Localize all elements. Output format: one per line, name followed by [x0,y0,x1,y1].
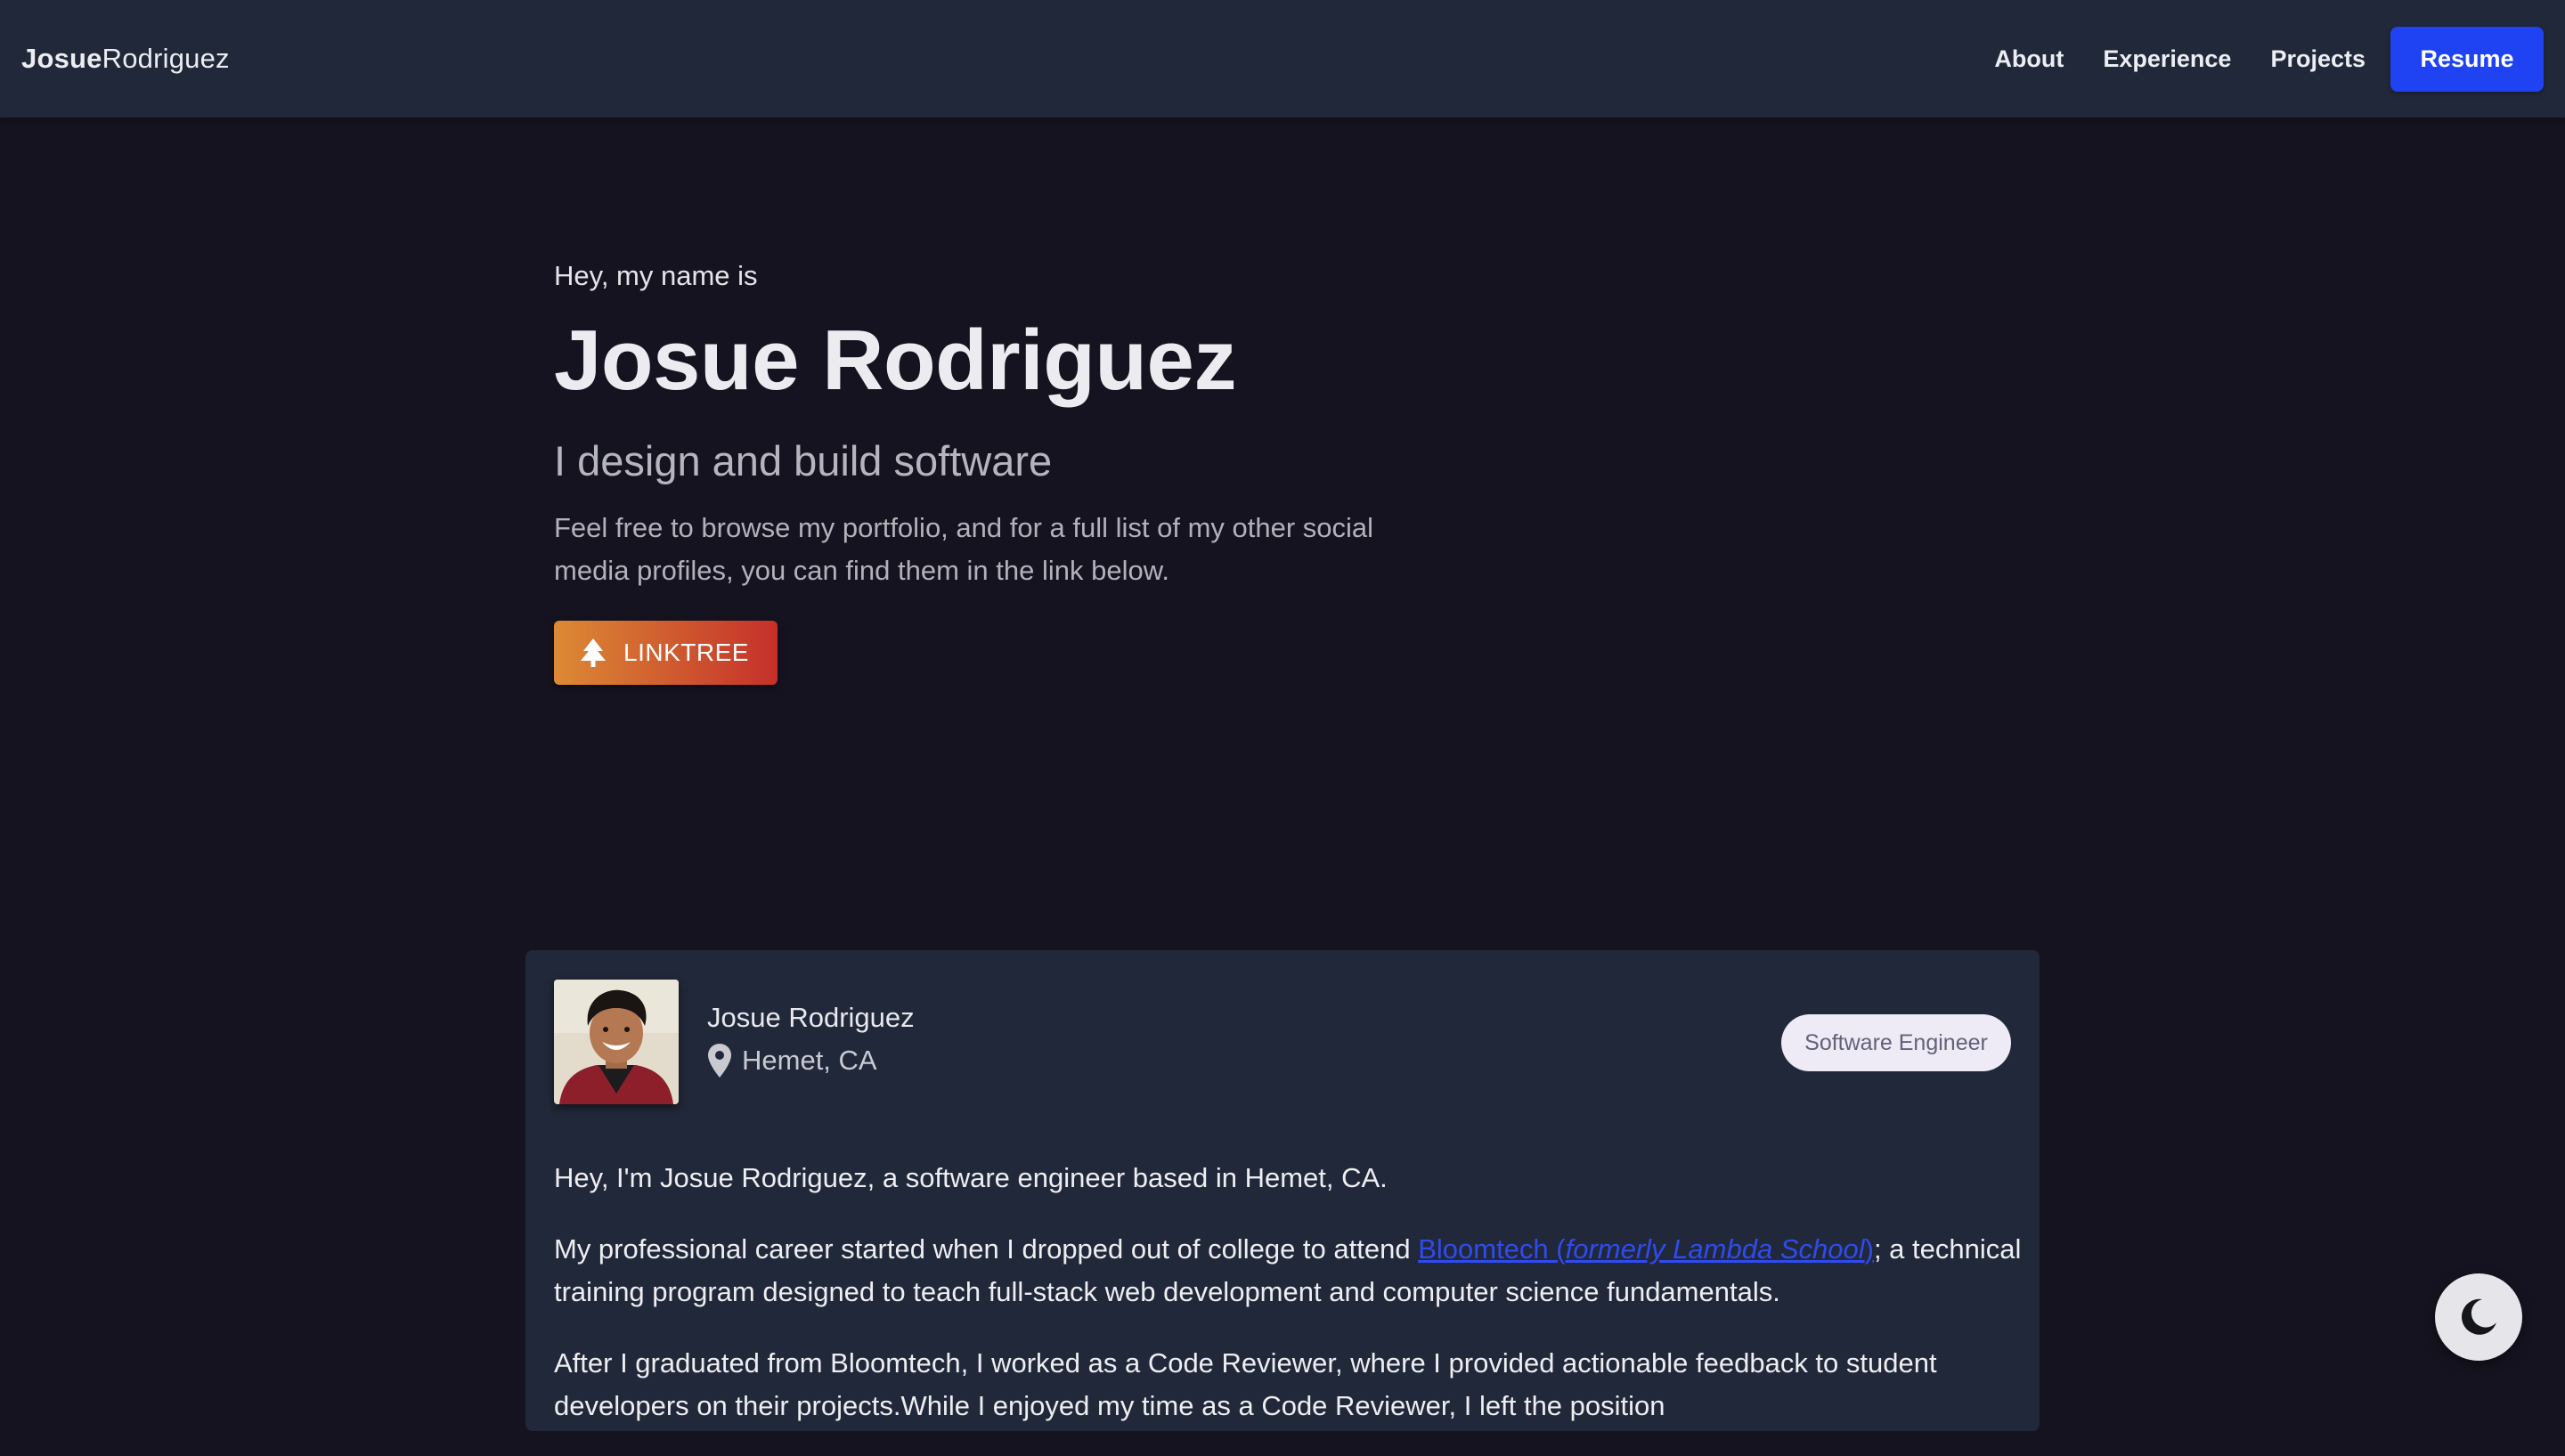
location-text: Hemet, CA [742,1045,877,1076]
brand-first-name: Josue [21,43,102,74]
bloomtech-link-text: Bloomtech ( [1418,1233,1566,1265]
hero-section: Hey, my name is Josue Rodriguez I design… [554,260,1534,685]
bio-text: My professional career started when I dr… [554,1233,1419,1265]
nav-link-projects[interactable]: Projects [2251,45,2385,73]
profile-location: Hemet, CA [707,1043,877,1078]
bio-paragraph-2: My professional career started when I dr… [554,1228,2032,1314]
navbar: JosueRodriguez About Experience Projects… [0,0,2565,118]
brand-logo[interactable]: JosueRodriguez [21,43,230,75]
about-card: Josue Rodriguez Hemet, CA Software Engin… [525,950,2040,1431]
bloomtech-link[interactable]: Bloomtech (formerly Lambda School) [1418,1233,1874,1265]
nav-link-about[interactable]: About [1975,45,2083,73]
bio: Hey, I'm Josue Rodriguez, a software eng… [554,1157,2032,1456]
nav-link-experience[interactable]: Experience [2083,45,2251,73]
role-badge: Software Engineer [1781,1014,2011,1071]
linktree-label: LINKTREE [623,639,749,666]
resume-button[interactable]: Resume [2390,26,2544,92]
nav-links: About Experience Projects Resume [1975,26,2544,92]
avatar [554,980,679,1104]
map-pin-icon [708,1044,731,1078]
bloomtech-link-italic: formerly Lambda School [1565,1233,1865,1265]
brand-last-name: Rodriguez [102,43,230,74]
bloomtech-link-close: ) [1864,1233,1874,1265]
hero-name: Josue Rodriguez [554,313,1236,408]
tree-icon [581,639,606,667]
avatar-photo [554,980,679,1104]
theme-toggle-button[interactable] [2435,1273,2522,1361]
bio-paragraph-3: After I graduated from Bloomtech, I work… [554,1347,1937,1421]
hero-tagline: I design and build software [554,437,1053,484]
profile-name: Josue Rodriguez [707,1002,915,1033]
bio-paragraph-1: Hey, I'm Josue Rodriguez, a software eng… [554,1162,1388,1193]
moon-icon [2461,1298,2496,1335]
hero-intro: Hey, my name is [554,260,758,291]
linktree-button[interactable]: LINKTREE [554,621,778,685]
hero-description: Feel free to browse my portfolio, and fo… [554,512,1374,586]
